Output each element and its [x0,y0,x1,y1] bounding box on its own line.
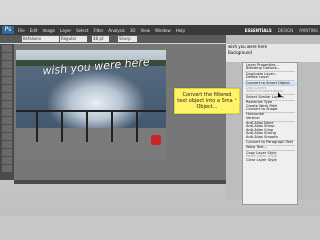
menu-item-select-similar-layers[interactable]: Select Similar Layers [243,95,297,99]
menu-analysis[interactable]: Analysis [108,28,124,33]
menu-3d[interactable]: 3D [130,28,136,33]
antialias-select[interactable]: Sharp [118,36,137,42]
type-tool-icon[interactable] [2,165,12,172]
layers-list: wish you were here Background [226,44,320,62]
mouse-cursor-icon [278,92,282,97]
menu-item-clear-layer-style[interactable]: Clear Layer Style [243,158,297,162]
crop-tool-icon[interactable] [2,77,12,84]
menu-view[interactable]: View [141,28,151,33]
rail-post [111,110,113,142]
menu-item-vertical[interactable]: Vertical [243,116,297,120]
workspace-essentials[interactable]: ESSENTIALS [245,28,272,33]
app-menubar: Ps File Edit Image Layer Select Filter A… [0,25,320,35]
font-family-select[interactable]: Kefalions [22,36,59,42]
menu-select[interactable]: Select [76,28,88,33]
menu-item-warp-text[interactable]: Warp Text... [243,145,297,149]
callout-text: Convert the filtered text object into a … [177,92,237,110]
menu-item-delete-layer[interactable]: Delete Layer [243,75,297,79]
photo-railing [16,110,166,144]
eyedropper-tool-icon[interactable] [2,85,12,92]
menu-item-convert-to-shape[interactable]: Convert to Shape [243,107,297,111]
rail-post [36,110,38,142]
menu-layer[interactable]: Layer [60,28,71,33]
font-style-select[interactable]: Regular [60,36,87,42]
callout-pointer [233,98,241,106]
main-menu: File Edit Image Layer Select Filter Anal… [18,25,185,35]
ferry-photo: wish you were here [16,50,166,160]
photoshop-logo: Ps [2,26,14,34]
quick-select-tool-icon[interactable] [2,69,12,76]
menu-item-antialias-smooth[interactable]: Anti-Alias Smooth [243,135,297,139]
move-tool-icon[interactable] [2,45,12,52]
rail-post [61,110,63,142]
menu-item-convert-smart-object[interactable]: Convert to Smart Object [243,81,297,85]
lasso-tool-icon[interactable] [2,61,12,68]
context-menu-list: Layer Properties... Blending Options... … [243,63,297,162]
menu-filter[interactable]: Filter [93,28,103,33]
marquee-tool-icon[interactable] [2,53,12,60]
menu-item-blending-options[interactable]: Blending Options... [243,66,297,70]
blur-tool-icon[interactable] [2,141,12,148]
status-bar [14,180,226,184]
workspace-switcher: ESSENTIALS DESIGN PAINTING [245,25,318,35]
healing-tool-icon[interactable] [2,93,12,100]
rail-post [86,110,88,142]
menu-edit[interactable]: Edit [30,28,38,33]
clone-stamp-tool-icon[interactable] [2,109,12,116]
workspace-painting[interactable]: PAINTING [299,28,318,33]
menu-help[interactable]: Help [176,28,185,33]
eraser-tool-icon[interactable] [2,125,12,132]
dodge-tool-icon[interactable] [2,149,12,156]
toolbox [0,44,14,180]
options-bar: Kefalions Regular 48 pt Sharp [0,35,226,43]
font-size-select[interactable]: 48 pt [92,36,109,42]
gradient-tool-icon[interactable] [2,133,12,140]
layer-row[interactable]: Background [226,50,320,56]
menu-window[interactable]: Window [155,28,171,33]
tutorial-callout: Convert the filtered text object into a … [174,88,240,114]
menu-item-select-linked-layers[interactable]: Select Linked Layers [243,89,297,93]
workspace-design[interactable]: DESIGN [278,28,293,33]
menu-image[interactable]: Image [42,28,55,33]
brush-tool-icon[interactable] [2,101,12,108]
pen-tool-icon[interactable] [2,157,12,164]
life-ring [151,135,161,145]
bottom-background [0,216,320,240]
menu-file[interactable]: File [18,28,25,33]
menu-item-convert-paragraph-text[interactable]: Convert to Paragraph Text [243,140,297,144]
layer-context-menu: Layer Properties... Blending Options... … [242,62,298,205]
history-brush-tool-icon[interactable] [2,117,12,124]
rail-post [136,110,138,142]
